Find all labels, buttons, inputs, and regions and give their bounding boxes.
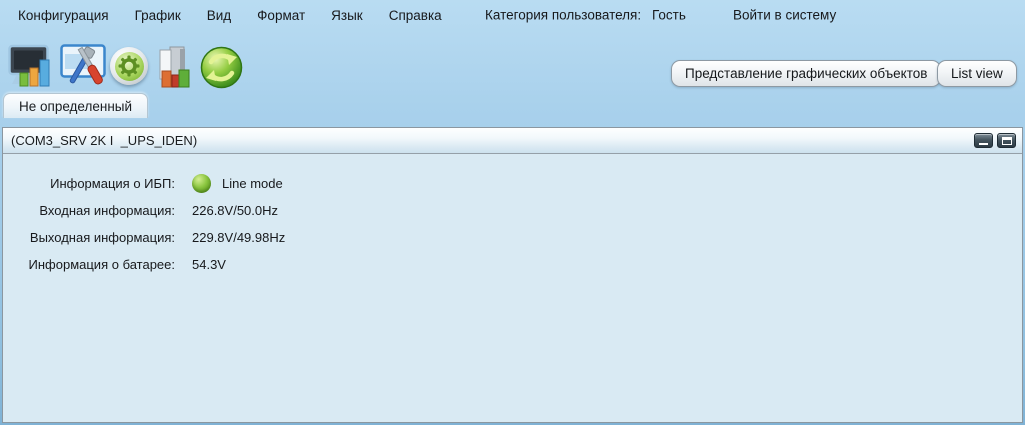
ups-status-value: Line mode [192, 174, 283, 193]
monitor-status-icon-svg [8, 44, 50, 87]
monitor-status-icon[interactable] [8, 44, 54, 94]
settings-tools-icon[interactable] [60, 44, 108, 96]
output-info-value: 229.8V/49.98Hz [192, 230, 286, 245]
menu-help[interactable]: Справка [389, 8, 442, 23]
user-category-value: Гость [652, 7, 686, 23]
input-info-row: Входная информация: 226.8V/50.0Hz [3, 197, 1022, 224]
status-green-ball-icon [192, 174, 211, 193]
ups-info-list: Информация о ИБП: Line mode Входная инфо… [3, 154, 1022, 278]
input-info-value: 226.8V/50.0Hz [192, 203, 279, 218]
battery-info-row: Информация о батарее: 54.3V [3, 251, 1022, 278]
ups-status-text: Line mode [222, 176, 283, 191]
refresh-icon[interactable] [200, 46, 243, 94]
menu-bar: Конфигурация График Вид Формат Язык Спра… [0, 0, 1025, 30]
gear-glyph [118, 55, 140, 77]
settings-tools-icon-svg [60, 44, 106, 85]
graphic-objects-view-button[interactable]: Представление графических объектов [671, 60, 942, 87]
user-category-label: Категория пользователя: [485, 7, 642, 23]
input-info-label: Входная информация: [39, 203, 175, 218]
panel-controls [970, 133, 1016, 148]
menu-graph[interactable]: График [135, 8, 181, 23]
menu-language[interactable]: Язык [331, 8, 363, 23]
gear-icon[interactable] [110, 47, 148, 85]
minimize-icon [979, 143, 988, 145]
logs-data-icon-svg [159, 46, 190, 88]
ups-status-row: Информация о ИБП: Line mode [3, 170, 1022, 197]
gear-icon-bezel [110, 47, 148, 85]
battery-info-value: 54.3V [192, 257, 226, 272]
maximize-button[interactable] [997, 133, 1016, 148]
gear-icon-face [114, 51, 144, 81]
logs-data-icon[interactable] [155, 44, 197, 96]
ups-panel-header[interactable]: (COM3_SRV 2K I _UPS_IDEN) [3, 128, 1022, 154]
ups-panel: (COM3_SRV 2K I _UPS_IDEN) Информация о И… [2, 127, 1023, 423]
output-info-row: Выходная информация: 229.8V/49.98Hz [3, 224, 1022, 251]
tab-undefined[interactable]: Не определенный [3, 93, 149, 118]
output-info-label: Выходная информация: [29, 230, 175, 245]
maximize-icon [1001, 136, 1012, 145]
list-view-button[interactable]: List view [937, 60, 1017, 87]
minimize-button[interactable] [974, 133, 993, 148]
ups-status-label: Информация о ИБП: [50, 176, 175, 191]
menu-configuration[interactable]: Конфигурация [18, 8, 109, 23]
battery-info-label: Информация о батарее: [28, 257, 175, 272]
app-window: Конфигурация График Вид Формат Язык Спра… [0, 0, 1025, 425]
ups-panel-title: (COM3_SRV 2K I _UPS_IDEN) [11, 133, 198, 148]
refresh-icon-svg [200, 46, 243, 89]
menu-view[interactable]: Вид [207, 8, 231, 23]
menu-format[interactable]: Формат [257, 8, 305, 23]
login-link[interactable]: Войти в систему [733, 8, 836, 23]
